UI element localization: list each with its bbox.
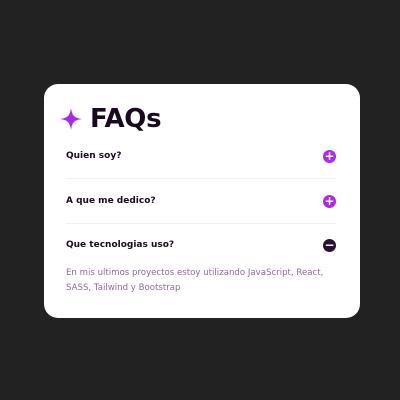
faq-question: Que tecnologias uso? xyxy=(66,240,175,250)
minus-icon[interactable]: − xyxy=(323,238,336,252)
faq-card: FAQs Quien soy? + A que me dedico? + Que… xyxy=(44,84,360,318)
faq-item-que-tecnologias-uso[interactable]: Que tecnologias uso? − xyxy=(66,235,336,255)
divider xyxy=(66,178,336,179)
star-icon xyxy=(60,108,82,130)
plus-icon[interactable]: + xyxy=(323,194,336,208)
plus-icon[interactable]: + xyxy=(323,149,336,163)
faq-question: A que me dedico? xyxy=(66,196,156,206)
faq-item-a-que-me-dedico[interactable]: A que me dedico? + xyxy=(66,191,336,211)
faq-question: Quien soy? xyxy=(66,151,122,161)
faq-header: FAQs xyxy=(60,104,162,134)
divider xyxy=(66,223,336,224)
faq-item-quien-soy[interactable]: Quien soy? + xyxy=(66,146,336,166)
page-title: FAQs xyxy=(90,104,162,134)
faq-answer: En mis ultimos proyectos estoy utilizand… xyxy=(66,268,324,293)
